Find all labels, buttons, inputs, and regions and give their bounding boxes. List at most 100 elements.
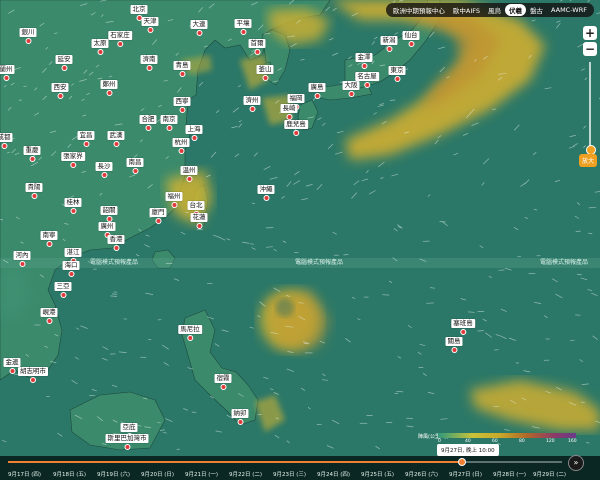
timeline-day[interactable]: 9月28日 (一): [493, 470, 526, 478]
city-marker[interactable]: 三亞: [54, 282, 72, 298]
play-forward-button[interactable]: »: [568, 455, 584, 471]
city-marker[interactable]: 河內: [13, 251, 31, 267]
city-marker[interactable]: 斯里巴加灣市: [105, 434, 149, 450]
timeline[interactable]: 9月17日 (四) 9月18日 (五) 9月19日 (六) 9月20日 (日) …: [0, 456, 600, 480]
city-marker[interactable]: 西安: [51, 83, 69, 99]
timeline-day[interactable]: 9月23日 (三): [273, 470, 306, 478]
city-label: 南寧: [40, 231, 58, 240]
city-marker[interactable]: 廣島: [308, 83, 326, 99]
city-label: 沖繩: [257, 185, 275, 194]
city-marker[interactable]: 銀川: [19, 28, 37, 44]
city-marker[interactable]: 濟南: [140, 55, 158, 71]
city-marker[interactable]: 杭州: [172, 138, 190, 154]
timeline-handle[interactable]: [458, 458, 467, 466]
city-dot-icon: [30, 377, 36, 383]
watermark-text: 電腦模式預報產品: [90, 259, 139, 266]
city-dot-icon: [240, 29, 246, 35]
timeline-day[interactable]: 9月21日 (一): [185, 470, 218, 478]
city-dot-icon: [361, 63, 367, 69]
city-marker[interactable]: 宜昌: [77, 131, 95, 147]
timeline-day[interactable]: 9月17日 (四): [8, 470, 41, 478]
city-marker[interactable]: 温州: [180, 166, 198, 182]
zoom-in-button[interactable]: +: [583, 26, 597, 40]
timeline-day[interactable]: 9月18日 (五): [53, 470, 86, 478]
city-marker[interactable]: 釜山: [256, 65, 274, 81]
city-marker[interactable]: 沖繩: [257, 185, 275, 201]
city-marker[interactable]: 武漢: [107, 131, 125, 147]
tab-ecmwf-aifs[interactable]: 歐中AIFS: [449, 4, 484, 16]
city-dot-icon: [146, 65, 152, 71]
city-label: 濟州: [243, 96, 261, 105]
wind-map[interactable]: [0, 0, 600, 480]
timeline-day[interactable]: 9月24日 (四): [317, 470, 350, 478]
legend-tick: 80: [519, 439, 525, 444]
city-marker[interactable]: 金澤: [355, 53, 373, 69]
city-marker[interactable]: 南寧: [40, 231, 58, 247]
city-marker[interactable]: 桂林: [64, 198, 82, 214]
city-marker[interactable]: 蘭州: [0, 65, 15, 81]
city-marker[interactable]: 名古屋: [355, 72, 379, 88]
city-marker[interactable]: 新潟: [380, 36, 398, 52]
city-marker[interactable]: 塞班島: [451, 319, 475, 335]
city-marker[interactable]: 天津: [141, 17, 159, 33]
city-marker[interactable]: 長崎: [280, 104, 298, 120]
timeline-day[interactable]: 9月20日 (日): [141, 470, 174, 478]
tab-aamc-wrf[interactable]: AAMC-WRF: [547, 5, 591, 15]
city-marker[interactable]: 仙台: [402, 31, 420, 47]
timeline-day[interactable]: 9月22日 (二): [229, 470, 262, 478]
city-marker[interactable]: 青島: [173, 61, 191, 77]
city-label: 鄭州: [100, 80, 118, 89]
city-marker[interactable]: 納卯: [231, 409, 249, 425]
zoom-out-button[interactable]: −: [583, 42, 597, 56]
city-marker[interactable]: 南京: [160, 115, 178, 131]
city-marker[interactable]: 福州: [165, 192, 183, 208]
city-marker[interactable]: 石家庄: [108, 31, 132, 47]
city-marker[interactable]: 東京: [388, 66, 406, 82]
city-marker[interactable]: 太原: [91, 39, 109, 55]
city-marker[interactable]: 胡志明市: [18, 367, 48, 383]
timeline-day[interactable]: 9月27日 (日): [449, 470, 482, 478]
city-marker[interactable]: 張家界: [61, 152, 85, 168]
timeline-day[interactable]: 9月26日 (六): [405, 470, 438, 478]
city-label: 重慶: [23, 146, 41, 155]
city-dot-icon: [237, 419, 243, 425]
city-marker[interactable]: 鄭州: [100, 80, 118, 96]
tab-pangu[interactable]: 盤古: [526, 4, 547, 16]
city-marker[interactable]: 香港: [107, 235, 125, 251]
city-label: 台北: [187, 201, 205, 210]
city-marker[interactable]: 峴港: [40, 308, 58, 324]
city-marker[interactable]: 宿霧: [214, 374, 232, 390]
city-marker[interactable]: 關島: [445, 337, 463, 353]
city-marker[interactable]: 金邊: [3, 358, 21, 374]
timeline-day[interactable]: 9月19日 (六): [97, 470, 130, 478]
city-marker[interactable]: 大連: [190, 20, 208, 36]
city-marker[interactable]: 廈門: [149, 208, 167, 224]
city-marker[interactable]: 首爾: [248, 39, 266, 55]
city-marker[interactable]: 濟州: [243, 96, 261, 112]
city-marker[interactable]: 西寧: [173, 97, 191, 113]
watermark-text: 電腦模式預報產品: [540, 259, 589, 266]
city-marker[interactable]: 海口: [62, 261, 80, 277]
timeline-day[interactable]: 9月25日 (五): [361, 470, 394, 478]
city-marker[interactable]: 韶關: [100, 206, 118, 222]
city-marker[interactable]: 重慶: [23, 146, 41, 162]
city-dot-icon: [186, 176, 192, 182]
city-marker[interactable]: 馬尼拉: [178, 325, 202, 341]
city-marker[interactable]: 鹿兒島: [284, 120, 308, 136]
city-marker[interactable]: 合肥: [139, 115, 157, 131]
tab-fengwu[interactable]: 風烏: [484, 4, 505, 16]
city-label: 青島: [173, 61, 191, 70]
city-marker[interactable]: 延安: [55, 55, 73, 71]
city-dot-icon: [147, 27, 153, 33]
city-marker[interactable]: 花蓮: [190, 213, 208, 229]
city-dot-icon: [408, 41, 414, 47]
tab-fuxi[interactable]: 伏羲: [505, 4, 526, 16]
timeline-day[interactable]: 9月29日 (二): [533, 470, 566, 478]
city-marker[interactable]: 成都: [0, 133, 13, 149]
city-marker[interactable]: 南昌: [126, 158, 144, 174]
city-marker[interactable]: 平壤: [234, 19, 252, 35]
tab-ecmwf[interactable]: 歐洲中期預報中心: [389, 4, 449, 16]
zoom-track[interactable]: [589, 62, 591, 152]
city-marker[interactable]: 長沙: [95, 162, 113, 178]
city-marker[interactable]: 貴陽: [25, 183, 43, 199]
